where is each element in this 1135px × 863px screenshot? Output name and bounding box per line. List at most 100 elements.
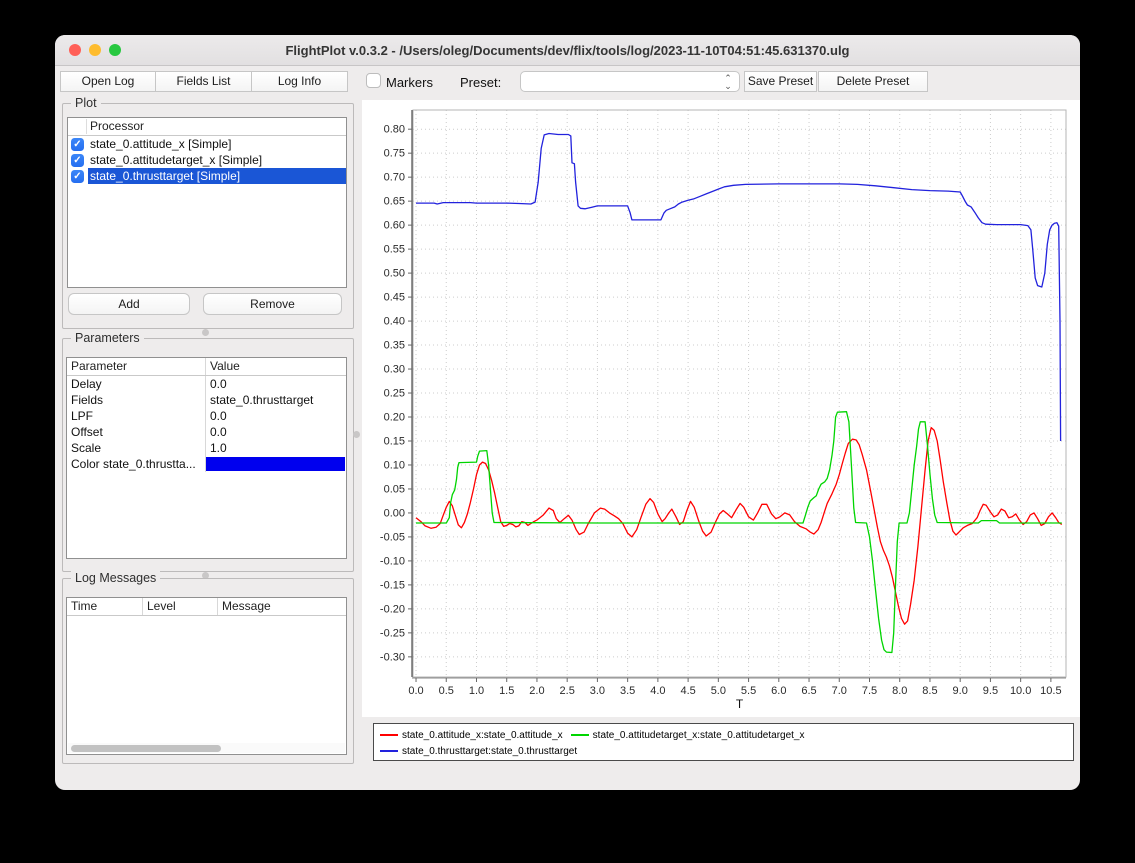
preset-label: Preset: [460,75,501,90]
parameter-row[interactable]: Fieldsstate_0.thrusttarget [67,392,346,408]
color-parameter-row[interactable]: Color state_0.thrustta... [67,456,346,472]
y-tick-label: 0.35 [384,340,405,352]
legend-line-icon [380,750,398,752]
y-tick-label: -0.25 [380,627,405,639]
y-tick-label: 0.70 [384,172,405,184]
x-tick-label: 1.5 [499,685,514,697]
x-tick-label: 8.5 [922,685,937,697]
x-tick-label: 1.0 [469,685,484,697]
y-tick-label: -0.05 [380,531,405,543]
x-tick-label: 7.0 [832,685,847,697]
splitter-handle[interactable] [202,329,209,336]
parameter-row[interactable]: LPF0.0 [67,408,346,424]
x-tick-label: 0.0 [408,685,423,697]
parameter-row[interactable]: Delay0.0 [67,376,346,392]
parameter-row[interactable]: Scale1.0 [67,440,346,456]
splitter-handle[interactable] [353,431,360,438]
plot-list-row[interactable]: ✓ state_0.thrusttarget [Simple] [68,168,346,184]
legend-label: state_0.attitude_x:state_0.attitude_x [402,730,563,741]
parameter-value: 1.0 [206,440,346,456]
y-tick-label: -0.15 [380,579,405,591]
x-tick-label: 3.0 [590,685,605,697]
legend-label: state_0.attitudetarget_x:state_0.attitud… [593,730,805,741]
combo-stepper-icon[interactable]: ⌃⌄ [720,72,736,91]
flightplot-window: FlightPlot v.0.3.2 - /Users/oleg/Documen… [55,35,1080,790]
x-tick-label: 2.5 [560,685,575,697]
value-column-header: Value [206,358,346,375]
window-title: FlightPlot v.0.3.2 - /Users/oleg/Documen… [55,35,1080,65]
parameter-row[interactable]: Offset0.0 [67,424,346,440]
x-tick-label: 5.5 [741,685,756,697]
parameter-name: Fields [67,392,206,408]
parameters-table-header: Parameter Value [67,358,346,376]
log-messages-table[interactable]: Time Level Message [66,597,347,755]
y-tick-label: 0.15 [384,435,405,447]
y-tick-label: -0.30 [380,651,405,663]
color-swatch[interactable] [206,457,345,471]
chart-panel[interactable]: -0.30-0.25-0.20-0.15-0.10-0.050.000.050.… [362,100,1080,717]
legend-row: state_0.attitude_x:state_0.attitude_x sta… [380,727,1067,743]
plot-list-row-label: state_0.thrusttarget [Simple] [88,168,346,184]
x-tick-label: 9.0 [953,685,968,697]
message-column-header: Message [218,598,346,615]
legend-entry: state_0.attitude_x:state_0.attitude_x [380,730,563,741]
add-button[interactable]: Add [68,293,190,315]
y-tick-label: 0.25 [384,388,405,400]
y-tick-label: 0.20 [384,412,405,424]
parameter-value: 0.0 [206,424,346,440]
plot-list-row-label: state_0.attitudetarget_x [Simple] [88,152,346,168]
log-info-button[interactable]: Log Info [251,71,348,92]
chart-legend: state_0.attitude_x:state_0.attitude_xsta… [373,723,1074,761]
processor-list[interactable]: Processor ✓ state_0.attitude_x [Simple] ✓ s… [67,117,347,288]
save-preset-button[interactable]: Save Preset [744,71,817,92]
plot-list-row-label: state_0.attitude_x [Simple] [88,136,346,152]
checkbox-checked-icon[interactable]: ✓ [71,138,84,151]
y-tick-label: 0.00 [384,507,405,519]
plot-list-row[interactable]: ✓ state_0.attitudetarget_x [Simple] [68,152,346,168]
x-tick-label: 4.0 [650,685,665,697]
x-tick-label: 6.5 [801,685,816,697]
x-tick-label: 0.5 [439,685,454,697]
legend-label: state_0.thrusttarget:state_0.thrusttarge… [402,746,577,757]
x-tick-label: 3.5 [620,685,635,697]
legend-line-icon [380,734,398,736]
x-tick-label: 2.0 [529,685,544,697]
processor-column-header: Processor [90,118,144,135]
parameter-name: Scale [67,440,206,456]
parameter-name: Offset [67,424,206,440]
y-tick-label: -0.10 [380,555,405,567]
x-tick-label: 4.5 [680,685,695,697]
y-tick-label: 0.45 [384,292,405,304]
scrollbar-thumb[interactable] [71,745,221,752]
markers-checkbox[interactable] [366,73,381,88]
delete-preset-button[interactable]: Delete Preset [818,71,928,92]
legend-entry: state_0.attitudetarget_x:state_0.attitud… [571,730,805,741]
preset-combobox[interactable]: ⌃⌄ [520,71,740,92]
horizontal-scrollbar[interactable] [68,743,345,753]
x-tick-label: 6.0 [771,685,786,697]
y-tick-label: -0.20 [380,603,405,615]
titlebar: FlightPlot v.0.3.2 - /Users/oleg/Documen… [55,35,1080,66]
fields-list-button[interactable]: Fields List [155,71,252,92]
legend-line-icon [571,734,589,736]
processor-list-header: Processor [68,118,346,136]
remove-button[interactable]: Remove [203,293,342,315]
y-tick-label: 0.65 [384,196,405,208]
parameters-table[interactable]: Parameter Value Delay0.0Fieldsstate_0.th… [66,357,347,559]
series-line [416,428,1062,625]
parameter-name: LPF [67,408,206,424]
plot-panel-title: Plot [71,95,101,111]
x-tick-label: 10.0 [1010,685,1031,697]
y-tick-label: 0.60 [384,220,405,232]
open-log-button[interactable]: Open Log [60,71,156,92]
flight-data-chart[interactable]: -0.30-0.25-0.20-0.15-0.10-0.050.000.050.… [362,100,1080,717]
parameter-value: state_0.thrusttarget [206,392,346,408]
y-tick-label: 0.50 [384,268,405,280]
checkbox-checked-icon[interactable]: ✓ [71,154,84,167]
y-tick-label: 0.55 [384,244,405,256]
plot-list-row[interactable]: ✓ state_0.attitude_x [Simple] [68,136,346,152]
parameter-name: Delay [67,376,206,392]
x-tick-label: 5.0 [711,685,726,697]
x-tick-label: 10.5 [1040,685,1061,697]
checkbox-checked-icon[interactable]: ✓ [71,170,84,183]
